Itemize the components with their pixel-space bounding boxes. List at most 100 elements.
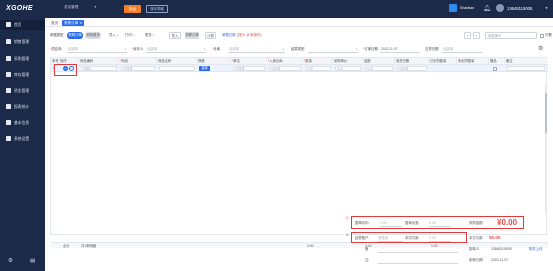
import-dropdown-label: 导入 [109, 33, 116, 37]
col-header: 赠品 [489, 58, 505, 65]
discount-amount-input[interactable]: 0.00 [429, 219, 451, 227]
handler-label: *经手人 [132, 46, 144, 53]
col-header-text: 数量 [305, 59, 312, 63]
prev-button[interactable]: ‹ [464, 32, 471, 39]
maker-label: 制单人: [469, 247, 481, 251]
col-header-text: 单位 [233, 59, 240, 63]
user-phone[interactable]: 13648115005 [507, 6, 532, 11]
col-header: *单位 [231, 58, 267, 65]
more-dropdown[interactable]: 更多▾ [145, 32, 154, 39]
toolbar: 单据类型 采购订单 采购退货 导入▾ 打印▾ 更多▾ 导入 关联订单 计算 单据… [45, 31, 553, 40]
order-date-label: *订单日期 [363, 46, 378, 53]
settle-type-select[interactable]: ▾ [308, 46, 358, 53]
sidebar-item-inventory[interactable]: 库存管理 [0, 70, 45, 80]
qty-input[interactable]: 0.00 [305, 66, 331, 71]
tab-bar: 首页 采购订单 ✕ [45, 18, 553, 27]
chevron-down-icon: ▾ [355, 48, 357, 51]
gift-checkbox[interactable] [493, 66, 497, 71]
remark-input[interactable] [507, 66, 545, 71]
totals-arrived: 0.00 [431, 244, 438, 248]
order-type-label: 单据类型 [50, 33, 64, 37]
only-view-checkbox[interactable] [540, 33, 544, 38]
sidebar-item-home[interactable]: 首页 [0, 20, 45, 30]
amount-input[interactable]: 0.00 [365, 66, 393, 71]
next-button[interactable]: › [473, 32, 480, 39]
warehouse-label-text: 仓库 [213, 47, 221, 51]
sidebar-item-basic-info[interactable]: 基本信息 [0, 118, 45, 128]
select-product-button[interactable]: 选择 [199, 66, 210, 71]
search-input[interactable]: 单据编号 [485, 32, 537, 39]
table-row[interactable]: 1 + − 请输入 请选择 选择 请选择 请选择 0.00 0.00 0.00 … [51, 65, 548, 72]
supplier-select[interactable]: 请选择 ▾ [67, 46, 127, 53]
chevron-down-icon: ▾ [132, 34, 135, 37]
sidebar: 首页 销售管理 采购管理 库存管理 资金管理 报表统计 基本信息 系统设置 ⚙ … [0, 18, 45, 271]
main-content: 单据类型 采购订单 采购退货 导入▾ 打印▾ 更多▾ 导入 关联订单 计算 单据… [45, 27, 553, 271]
vertical-scrollbar[interactable] [545, 85, 547, 213]
app-icon[interactable] [449, 4, 457, 12]
scrollbar-thumb[interactable] [545, 93, 547, 133]
avatar[interactable] [496, 4, 504, 12]
gear-icon[interactable]: ⚙ [8, 258, 14, 264]
print-dropdown[interactable]: 打印▾ [125, 32, 134, 39]
totals-label: 合计 [63, 244, 70, 248]
note2-input[interactable] [378, 263, 458, 264]
attach-upload-link[interactable]: 附件上传 [529, 245, 543, 253]
settle-account-select[interactable]: 请选择 [378, 234, 402, 242]
paid-input[interactable]: 0.00 [429, 234, 451, 242]
sidebar-item-purchase[interactable]: 采购管理 [0, 54, 45, 64]
import-dropdown[interactable]: 导入▾ [109, 32, 118, 39]
sidebar-item-settings[interactable]: 系统设置 [0, 134, 45, 144]
import-button[interactable]: 导入 [169, 32, 181, 39]
handler-select[interactable]: 请选择 ▾ [146, 46, 206, 53]
discount-rate-input[interactable]: 0.00 [380, 219, 402, 227]
tab-purchase-order[interactable]: 采购订单 ✕ [62, 19, 85, 26]
warehouse-select[interactable]: 请选择 ▾ [228, 46, 285, 53]
tab-home[interactable]: 首页 [49, 20, 60, 26]
related-order-button[interactable]: 关联订单 [185, 32, 199, 39]
col-header: 到货日期 [395, 58, 429, 65]
info-icon [6, 120, 11, 125]
new-product-button[interactable]: 新品 [124, 5, 141, 13]
col-header: 已到货数量 [429, 58, 457, 65]
secondary-top-button[interactable]: 快手同城 [146, 5, 168, 13]
purchase-amount-value: ¥0.00 [497, 218, 518, 227]
note-input[interactable] [378, 252, 458, 253]
col-header: 规格 [197, 58, 231, 65]
sidebar-item-label: 库存管理 [14, 73, 30, 77]
delivery-date-input[interactable]: 请选择 [442, 46, 482, 53]
remark-link[interactable]: 单据日期 [222, 32, 236, 39]
org-select[interactable]: 总店管理 ▾ [64, 5, 96, 10]
row-warehouse-select[interactable]: 请选择 [269, 66, 301, 71]
order-date-label-text: 订单日期 [364, 47, 378, 51]
trash-icon[interactable]: ▤ [30, 258, 36, 264]
top-bar: XGOHE 总店管理 ▾ 新品 快手同城 Shantlan 🔔︎ 13648115… [0, 0, 553, 18]
create-date-label: 制单日期: [469, 258, 484, 262]
supplier-label: *供应商 [50, 46, 62, 53]
debt-label: 本次欠款: [469, 236, 484, 240]
settle-type-label: 结算类型 [291, 47, 305, 51]
unit-select[interactable]: 请选择 [233, 66, 265, 71]
col-header: *入库仓库 [267, 58, 303, 65]
only-view-label: 只看 [545, 33, 552, 37]
pill-purchase[interactable]: 采购订单 [67, 32, 83, 39]
product-code-input[interactable]: 请输入 [81, 66, 117, 71]
product-select[interactable]: 请选择 [121, 66, 155, 71]
sidebar-item-finance[interactable]: 资金管理 [0, 86, 45, 96]
order-date-input[interactable]: 2023-11-07 [380, 46, 420, 53]
product-name-input[interactable] [159, 66, 195, 71]
col-header-text: 入库仓库 [269, 59, 283, 63]
price-input[interactable]: 0.00 [335, 66, 361, 71]
col-header-text: 商品 [121, 59, 128, 63]
delivery-date-label: 交货日期 [425, 47, 439, 51]
shop-name[interactable]: Shantlan [460, 6, 474, 10]
gear-icon[interactable]: ⚙ [538, 46, 543, 53]
chevron-down-icon[interactable]: ▼ [545, 6, 548, 10]
supplier-label-text: 供应商 [51, 47, 62, 51]
calculate-button[interactable]: 计算 [205, 32, 216, 39]
sidebar-item-sales[interactable]: 销售管理 [0, 37, 45, 47]
annotation-number: 3. [346, 233, 349, 237]
arrival-date-input[interactable]: 请选择 [397, 66, 427, 71]
sidebar-item-reports[interactable]: 报表统计 [0, 102, 45, 112]
pill-return[interactable]: 采购退货 [85, 32, 101, 39]
bell-icon[interactable]: 🔔︎ [483, 5, 491, 12]
